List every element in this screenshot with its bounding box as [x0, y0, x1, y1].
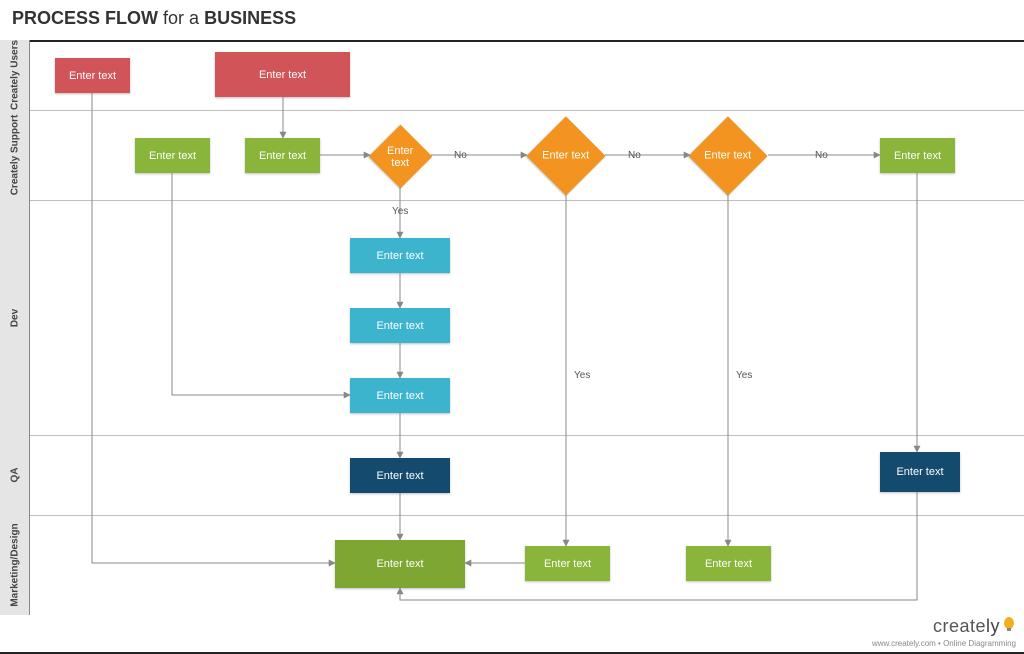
node-text: Enter text — [705, 558, 752, 570]
lane-divider — [0, 515, 1024, 516]
node-text: Enter text — [259, 69, 306, 81]
lightbulb-icon — [1002, 616, 1016, 639]
lane-label-users: Creately Users — [0, 40, 30, 110]
node-support-3[interactable]: Enter text — [880, 138, 955, 173]
lane-label-qa: QA — [0, 435, 30, 515]
node-text: Enter text — [376, 558, 423, 570]
lane-label-marketing: Marketing/Design — [0, 515, 30, 615]
node-text: Enter text — [896, 466, 943, 478]
node-text: Enter text — [259, 150, 306, 162]
node-text: Enter text — [376, 390, 423, 402]
edge-label-no-2: No — [628, 150, 641, 161]
node-user-1[interactable]: Enter text — [55, 58, 130, 93]
node-text: Enter text — [894, 150, 941, 162]
node-text: Enter text — [376, 470, 423, 482]
node-text: Enter text — [704, 150, 751, 162]
node-dev-1[interactable]: Enter text — [350, 238, 450, 273]
node-user-2[interactable]: Enter text — [215, 52, 350, 97]
node-marketing-1[interactable]: Enter text — [335, 540, 465, 588]
node-dev-2[interactable]: Enter text — [350, 308, 450, 343]
brand-part-a: create — [933, 616, 986, 636]
node-text: Enter text — [149, 150, 196, 162]
lane-divider — [0, 435, 1024, 436]
node-text: Enter text — [378, 145, 423, 169]
title-conj: for a — [163, 8, 199, 28]
lane-label-users-text: Creately Users — [9, 40, 20, 110]
node-dev-3[interactable]: Enter text — [350, 378, 450, 413]
edge-label-yes-2: Yes — [574, 370, 590, 381]
edge-label-yes-1: Yes — [392, 206, 408, 217]
node-marketing-2[interactable]: Enter text — [525, 546, 610, 581]
edge-label-yes-3: Yes — [736, 370, 752, 381]
node-text: Enter text — [542, 150, 589, 162]
footer: creately www.creately.com • Online Diagr… — [872, 616, 1016, 648]
lane-label-support-text: Creately Support — [9, 115, 20, 196]
node-marketing-3[interactable]: Enter text — [686, 546, 771, 581]
node-text: Enter text — [69, 70, 116, 82]
title-prefix: PROCESS FLOW — [12, 8, 158, 28]
brand-logo: creately — [872, 616, 1016, 639]
node-qa-1[interactable]: Enter text — [350, 458, 450, 493]
node-text: Enter text — [376, 320, 423, 332]
page-title: PROCESS FLOW for a BUSINESS — [12, 8, 296, 29]
lane-label-dev: Dev — [0, 200, 30, 435]
node-text: Enter text — [544, 558, 591, 570]
edge-label-no-1: No — [454, 150, 467, 161]
lane-label-qa-text: QA — [9, 468, 20, 483]
footer-sub: www.creately.com • Online Diagramming — [872, 639, 1016, 648]
lane-label-marketing-text: Marketing/Design — [9, 523, 20, 606]
lane-label-support: Creately Support — [0, 110, 30, 200]
edge-label-no-3: No — [815, 150, 828, 161]
title-suffix: BUSINESS — [204, 8, 296, 28]
lane-divider — [0, 110, 1024, 111]
swimlane-container — [0, 40, 1024, 654]
node-qa-2[interactable]: Enter text — [880, 452, 960, 492]
lane-divider — [0, 200, 1024, 201]
node-text: Enter text — [376, 250, 423, 262]
brand-part-b: ly — [986, 616, 1000, 636]
node-support-2[interactable]: Enter text — [245, 138, 320, 173]
lane-label-dev-text: Dev — [9, 308, 20, 326]
node-support-1[interactable]: Enter text — [135, 138, 210, 173]
